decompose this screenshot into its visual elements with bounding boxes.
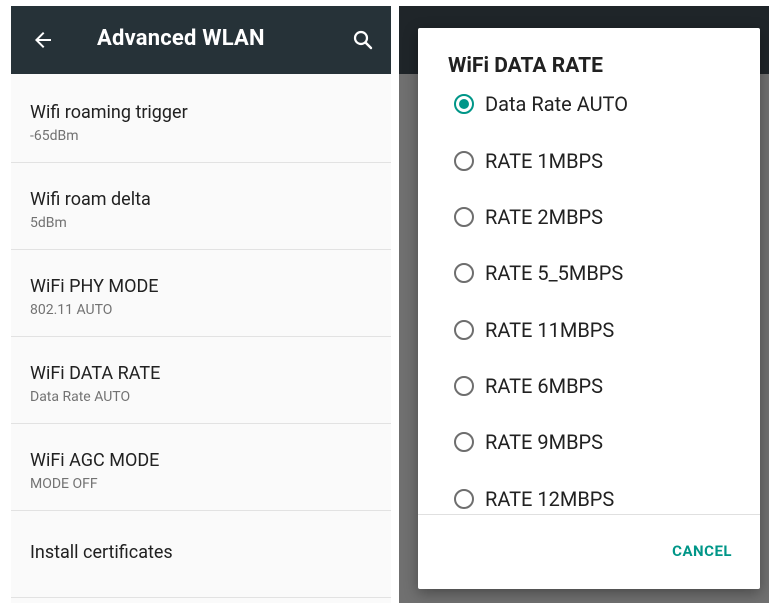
setting-wifi-agc-mode[interactable]: WiFi AGC MODE MODE OFF bbox=[11, 424, 391, 511]
data-rate-dialog: WiFi DATA RATE Data Rate AUTO RATE 1MBPS… bbox=[418, 28, 760, 589]
option-label: RATE 1MBPS bbox=[485, 149, 604, 173]
arrow-back-icon[interactable] bbox=[31, 28, 55, 52]
setting-summary: 5dBm bbox=[30, 215, 67, 231]
radio-option-rate-2mbps[interactable]: RATE 2MBPS bbox=[418, 205, 760, 263]
radio-option-rate-1mbps[interactable]: RATE 1MBPS bbox=[418, 149, 760, 207]
option-label: RATE 2MBPS bbox=[485, 205, 604, 229]
radio-unchecked-icon[interactable] bbox=[454, 376, 474, 396]
option-label: Data Rate AUTO bbox=[485, 94, 628, 116]
radio-unchecked-icon[interactable] bbox=[454, 207, 474, 227]
setting-summary: Data Rate AUTO bbox=[30, 389, 131, 405]
app-bar: Advanced WLAN bbox=[11, 6, 391, 74]
option-label: RATE 11MBPS bbox=[485, 318, 615, 342]
radio-checked-icon[interactable] bbox=[454, 94, 474, 114]
setting-title: Install certificates bbox=[30, 542, 173, 563]
cancel-button[interactable]: CANCEL bbox=[672, 542, 732, 560]
radio-unchecked-icon[interactable] bbox=[454, 432, 474, 452]
setting-wifi-data-rate[interactable]: WiFi DATA RATE Data Rate AUTO bbox=[11, 337, 391, 424]
radio-option-rate-12mbps[interactable]: RATE 12MBPS bbox=[418, 487, 760, 514]
setting-summary: 802.11 AUTO bbox=[30, 302, 113, 318]
setting-title: WiFi PHY MODE bbox=[30, 276, 159, 297]
setting-wifi-phy-mode[interactable]: WiFi PHY MODE 802.11 AUTO bbox=[11, 250, 391, 337]
dialog-divider bbox=[418, 514, 760, 515]
setting-summary: MODE OFF bbox=[30, 476, 98, 492]
settings-list: Wifi roaming trigger -65dBm Wifi roam de… bbox=[11, 76, 391, 598]
radio-option-rate-9mbps[interactable]: RATE 9MBPS bbox=[418, 430, 760, 488]
radio-option-rate-11mbps[interactable]: RATE 11MBPS bbox=[418, 318, 760, 376]
option-label: RATE 6MBPS bbox=[485, 374, 604, 398]
setting-title: WiFi DATA RATE bbox=[30, 363, 161, 384]
setting-title: WiFi AGC MODE bbox=[30, 450, 160, 471]
setting-summary: -65dBm bbox=[30, 128, 79, 144]
setting-title: Wifi roam delta bbox=[30, 189, 151, 210]
option-label: RATE 9MBPS bbox=[485, 430, 604, 454]
radio-unchecked-icon[interactable] bbox=[454, 151, 474, 171]
radio-option-data-rate-auto[interactable]: Data Rate AUTO bbox=[418, 94, 760, 150]
dialog-title: WiFi DATA RATE bbox=[448, 54, 603, 78]
advanced-wlan-screen: Advanced WLAN Wifi roaming trigger -65dB… bbox=[11, 6, 391, 603]
page-title: Advanced WLAN bbox=[97, 26, 265, 51]
setting-wifi-roam-delta[interactable]: Wifi roam delta 5dBm bbox=[11, 163, 391, 250]
setting-wifi-roaming-trigger[interactable]: Wifi roaming trigger -65dBm bbox=[11, 76, 391, 163]
radio-unchecked-icon[interactable] bbox=[454, 489, 474, 509]
radio-options-list[interactable]: Data Rate AUTO RATE 1MBPS RATE 2MBPS RAT… bbox=[418, 94, 760, 514]
data-rate-screen: WiFi DATA RATE Data Rate AUTO RATE 1MBPS… bbox=[399, 6, 769, 603]
radio-unchecked-icon[interactable] bbox=[454, 320, 474, 340]
radio-option-rate-5-5mbps[interactable]: RATE 5_5MBPS bbox=[418, 261, 760, 319]
setting-title: Wifi roaming trigger bbox=[30, 102, 188, 123]
radio-option-rate-6mbps[interactable]: RATE 6MBPS bbox=[418, 374, 760, 432]
option-label: RATE 5_5MBPS bbox=[485, 261, 624, 285]
setting-install-certificates[interactable]: Install certificates bbox=[11, 511, 391, 598]
radio-unchecked-icon[interactable] bbox=[454, 263, 474, 283]
search-icon[interactable] bbox=[351, 28, 375, 52]
option-label: RATE 12MBPS bbox=[485, 487, 615, 511]
